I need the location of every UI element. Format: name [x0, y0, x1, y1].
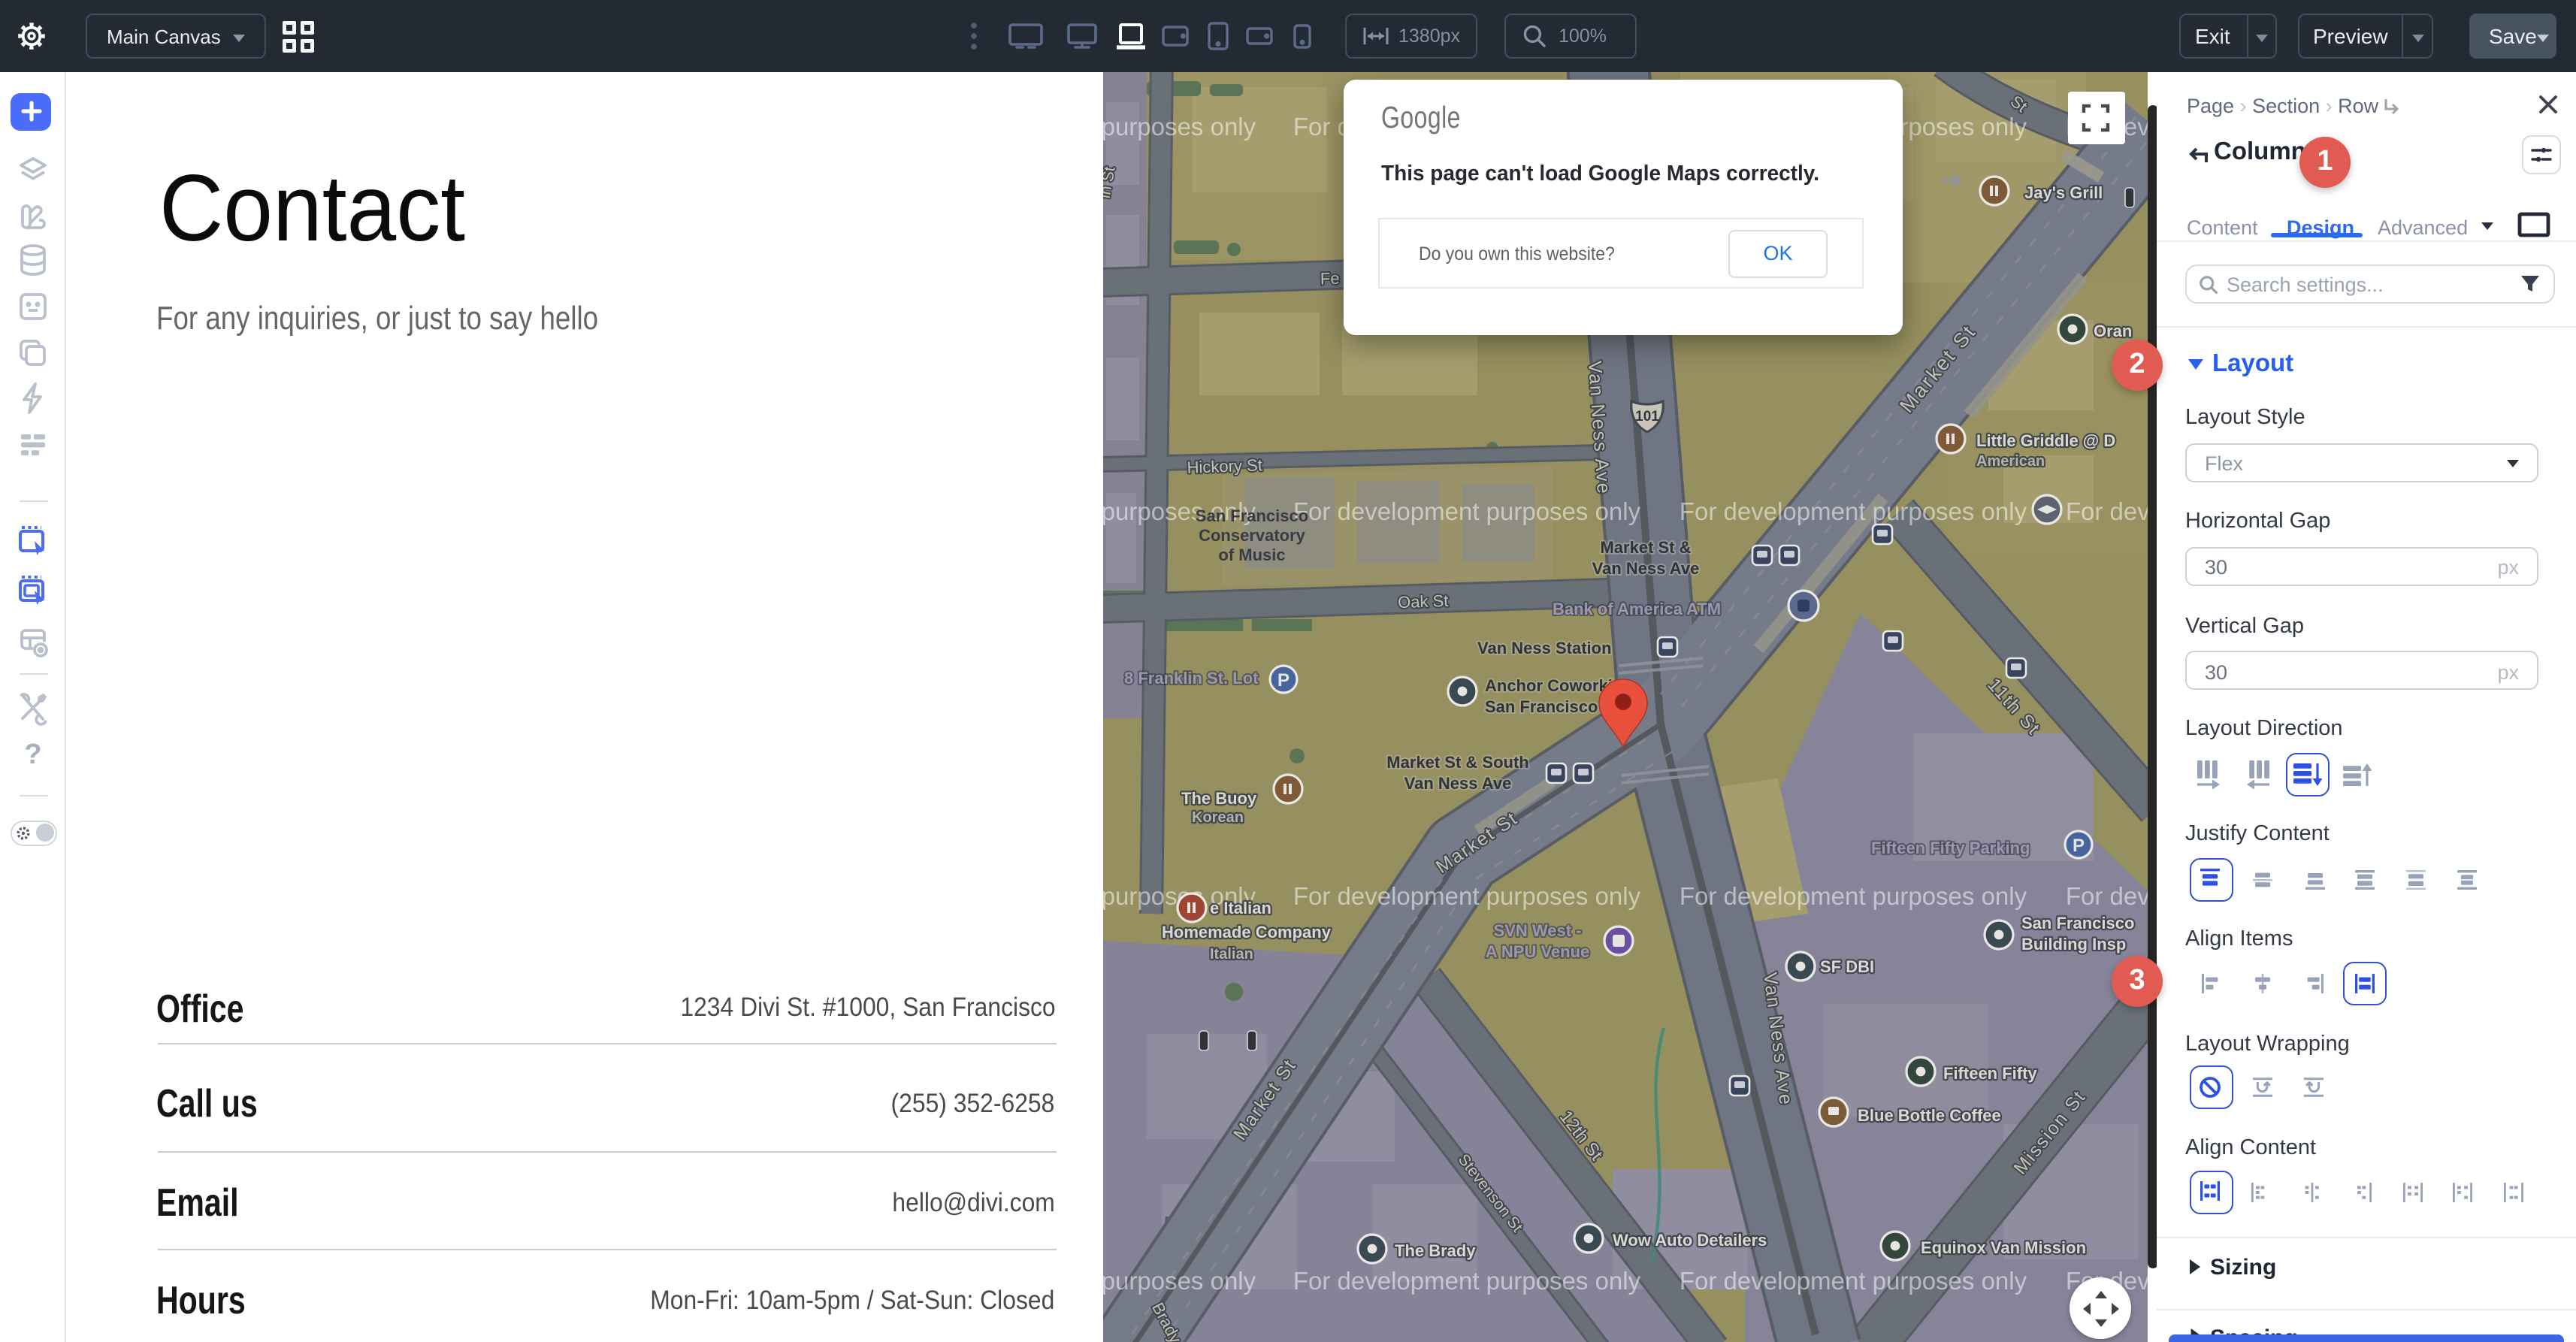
- svg-text:Homemade Company: Homemade Company: [1162, 923, 1332, 942]
- svg-text:Korean: Korean: [1192, 809, 1244, 826]
- svg-text:A NPU Venue: A NPU Venue: [1486, 942, 1590, 961]
- svg-text:For development purposes only: For development purposes only: [1293, 882, 1641, 910]
- svg-text:San Francisco: San Francisco: [1485, 697, 1598, 716]
- svg-text:Little Griddle @ D: Little Griddle @ D: [1976, 431, 2115, 450]
- svg-text:Van Ness Station: Van Ness Station: [1477, 639, 1612, 657]
- svg-text:of Music: of Music: [1218, 546, 1285, 564]
- svg-text:P: P: [1277, 670, 1290, 691]
- svg-text:The Buoy: The Buoy: [1181, 789, 1257, 808]
- svg-text:Conservatory: Conservatory: [1199, 526, 1306, 545]
- svg-text:Oak St: Oak St: [1398, 591, 1449, 612]
- svg-text:Van Ness Ave: Van Ness Ave: [1592, 559, 1700, 578]
- svg-text:Bank of America ATM: Bank of America ATM: [1553, 600, 1721, 618]
- svg-text:The Brady: The Brady: [1395, 1241, 1476, 1260]
- svg-text:SVN West -: SVN West -: [1494, 921, 1582, 940]
- svg-text:Fifteen Fifty Parking: Fifteen Fifty Parking: [1871, 839, 2030, 857]
- svg-text:Hickory St: Hickory St: [1187, 455, 1262, 476]
- svg-text:For development purposes only: For development purposes only: [1102, 1267, 1256, 1295]
- svg-text:Jay's Grill: Jay's Grill: [2024, 183, 2103, 202]
- svg-text:e Italian: e Italian: [1210, 899, 1271, 917]
- svg-text:Blue Bottle Coffee: Blue Bottle Coffee: [1858, 1106, 2001, 1125]
- svg-text:Van Ness Ave: Van Ness Ave: [1404, 774, 1512, 793]
- svg-text:Wow Auto Detailers: Wow Auto Detailers: [1613, 1231, 1767, 1250]
- svg-text:San Francisco: San Francisco: [2021, 914, 2134, 932]
- svg-text:For development purposes only: For development purposes only: [1680, 882, 2027, 910]
- svg-text:8 Franklin St. Lot: 8 Franklin St. Lot: [1124, 669, 1259, 688]
- svg-text:Italian: Italian: [1210, 946, 1253, 963]
- svg-text:P: P: [2073, 836, 2085, 856]
- svg-text:For development purposes only: For development purposes only: [1293, 497, 1641, 525]
- svg-text:For development purposes only: For development purposes only: [1680, 497, 2027, 525]
- svg-text:San Francisco: San Francisco: [1196, 506, 1308, 525]
- svg-text:For development purposes only: For development purposes only: [2066, 882, 2148, 910]
- svg-text:Oran: Oran: [2094, 322, 2132, 340]
- svg-text:For development purposes only: For development purposes only: [1680, 1267, 2027, 1295]
- svg-text:For development purposes only: For development purposes only: [1293, 1267, 1641, 1295]
- svg-text:Equinox Van Mission: Equinox Van Mission: [1921, 1238, 2086, 1257]
- svg-text:American: American: [1976, 453, 2045, 470]
- svg-text:Fe: Fe: [1320, 269, 1340, 289]
- svg-text:Fifteen Fifty: Fifteen Fifty: [1943, 1064, 2037, 1083]
- svg-text:For development purposes only: For development purposes only: [1102, 113, 1256, 141]
- svg-text:For development purposes only: For development purposes only: [2066, 497, 2148, 525]
- svg-text:Market St & South: Market St & South: [1386, 753, 1528, 772]
- svg-text:101: 101: [1635, 409, 1659, 425]
- svg-text:Market St &: Market St &: [1600, 538, 1691, 557]
- svg-text:Building Insp: Building Insp: [2021, 935, 2126, 954]
- svg-text:SF DBI: SF DBI: [1820, 957, 1874, 976]
